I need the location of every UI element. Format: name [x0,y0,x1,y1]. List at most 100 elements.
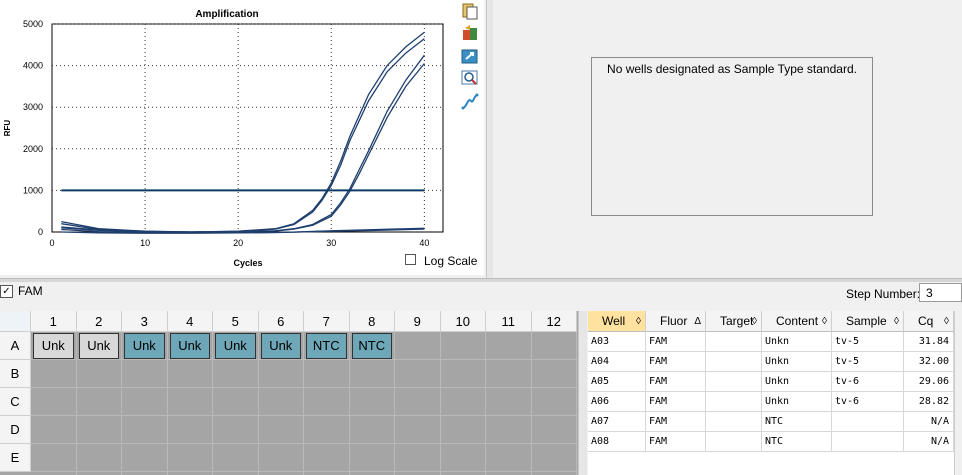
curve-icon[interactable] [461,93,479,111]
plate-column-header[interactable]: 9 [395,311,441,332]
table-cell-target[interactable] [706,412,762,432]
table-cell-well[interactable]: A06 [588,392,646,412]
plate-row-header[interactable]: A [0,332,31,360]
plate-column-header[interactable]: 8 [349,311,395,332]
log-scale-checkbox[interactable] [405,254,416,265]
table-cell-sample[interactable] [832,412,904,432]
plate-column-header[interactable]: 10 [440,311,486,332]
plate-well[interactable]: Unk [260,333,301,359]
table-cell-target[interactable] [706,332,762,352]
column-header-fluor[interactable]: Fluor Δ [646,311,706,332]
plate-row-header[interactable]: B [0,360,31,388]
x-tick-label: 0 [49,238,54,248]
sort-icon[interactable]: ◊ [944,311,949,332]
plate-well[interactable]: Unk [78,333,119,359]
no-standards-message: No wells designated as Sample Type stand… [607,62,857,76]
plate-well[interactable]: Unk [124,333,165,359]
table-cell-well[interactable]: A07 [588,412,646,432]
chart-toolbar [455,0,483,120]
table-cell-sample[interactable] [832,432,904,452]
column-header-sample[interactable]: Sample ◊ [832,311,904,332]
export-icon[interactable] [461,24,479,42]
column-header-cq[interactable]: Cq ◊ [904,311,954,332]
copy-icon[interactable] [461,2,479,20]
table-cell-fluor[interactable]: FAM [646,412,706,432]
table-cell-content[interactable]: Unkn [762,352,832,372]
table-cell-fluor[interactable]: FAM [646,432,706,452]
standard-curve-panel: No wells designated as Sample Type stand… [493,0,962,278]
plate-well[interactable]: Unk [33,333,74,359]
sort-icon[interactable]: ◊ [636,311,641,332]
plate-scrollbar[interactable] [578,311,587,475]
table-cell-well[interactable]: A04 [588,352,646,372]
plate-select-all[interactable] [0,311,31,332]
table-cell-cq[interactable]: N/A [904,412,954,432]
plate-grid-line [394,332,395,475]
table-cell-well[interactable]: A08 [588,432,646,452]
table-cell-content[interactable]: Unkn [762,332,832,352]
plate-grid-line [530,332,532,475]
table-cell-target[interactable] [706,432,762,452]
table-cell-well[interactable]: A03 [588,332,646,352]
column-header-content[interactable]: Content ◊ [762,311,832,332]
sort-icon[interactable]: ◊ [752,311,757,332]
plate-column-header[interactable]: 7 [304,311,350,332]
table-scrollbar[interactable] [954,311,962,475]
column-header-well[interactable]: Well ◊ [588,311,646,332]
chart-xlabel: Cycles [233,258,262,268]
table-cell-content[interactable]: NTC [762,432,832,452]
plate-well[interactable]: Unk [169,333,210,359]
plate-well[interactable]: NTC [306,333,347,359]
table-cell-cq[interactable]: 31.84 [904,332,954,352]
table-cell-sample[interactable]: tv-6 [832,392,904,412]
sort-icon[interactable]: Δ [694,311,701,332]
table-cell-fluor[interactable]: FAM [646,372,706,392]
plate-row-header[interactable]: E [0,444,31,472]
sort-icon[interactable]: ◊ [894,311,899,332]
plate-column-header[interactable]: 12 [531,311,577,332]
amplification-chart-panel: Amplification RFU Cycles 0 10 20 30 40 5000 40… [0,0,484,275]
step-number-select[interactable]: 3 [919,283,962,302]
table-cell-fluor[interactable]: FAM [646,392,706,412]
plot-area [51,23,444,233]
table-cell-sample[interactable]: tv-5 [832,352,904,372]
table-cell-fluor[interactable]: FAM [646,352,706,372]
table-cell-target[interactable] [706,372,762,392]
column-header-target[interactable]: Target ◊ [706,311,762,332]
plate-column-header[interactable]: 2 [76,311,122,332]
plate-column-header[interactable]: 4 [167,311,213,332]
refresh-icon[interactable] [461,47,479,65]
plate-grid-line [31,443,578,444]
table-cell-sample[interactable]: tv-5 [832,332,904,352]
table-cell-cq[interactable]: 28.82 [904,392,954,412]
plate-column-header[interactable]: 6 [258,311,304,332]
plate-row-header[interactable]: D [0,416,31,444]
chart-title: Amplification [195,9,258,20]
table-cell-cq[interactable]: 32.00 [904,352,954,372]
table-cell-sample[interactable]: tv-6 [832,372,904,392]
table-cell-cq[interactable]: 29.06 [904,372,954,392]
table-cell-cq[interactable]: N/A [904,432,954,452]
plate-well[interactable]: NTC [351,333,392,359]
plate-column-header[interactable]: 1 [31,311,77,332]
plate-column-header[interactable]: 3 [122,311,168,332]
zoom-icon[interactable] [461,69,479,87]
plate-grid-line [257,332,259,475]
table-cell-target[interactable] [706,392,762,412]
plate-row-header[interactable]: C [0,388,31,416]
table-cell-content[interactable]: Unkn [762,392,832,412]
y-tick-label: 3000 [23,102,43,112]
plate-well[interactable]: Unk [215,333,256,359]
plate-grid-line [212,332,213,475]
table-cell-target[interactable] [706,352,762,372]
fam-checkbox[interactable]: ✓ [0,285,13,298]
sort-icon[interactable]: ◊ [822,311,827,332]
table-cell-content[interactable]: Unkn [762,372,832,392]
plate-column-header[interactable]: 5 [213,311,259,332]
table-cell-well[interactable]: A05 [588,372,646,392]
table-cell-content[interactable]: NTC [762,412,832,432]
plate-column-header[interactable]: 11 [486,311,532,332]
column-header-label: Target [720,314,754,328]
table-cell-fluor[interactable]: FAM [646,332,706,352]
plate-grid-line [439,332,441,475]
